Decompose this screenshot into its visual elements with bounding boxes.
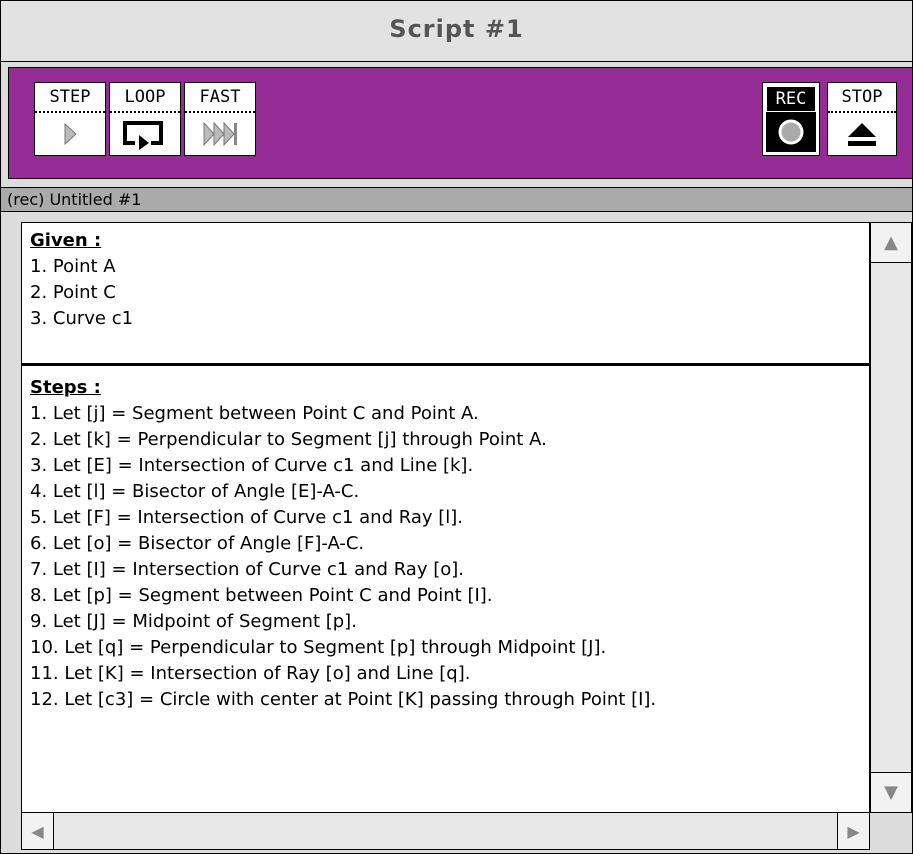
step-item: 11. Let [K] = Intersection of Ray [o] an… xyxy=(30,663,471,684)
given-item: 1. Point A xyxy=(30,256,116,277)
step-item: 9. Let [J] = Midpoint of Segment [p]. xyxy=(30,611,357,632)
step-item: 10. Let [q] = Perpendicular to Segment [… xyxy=(30,637,607,658)
rec-button[interactable]: REC xyxy=(762,82,820,156)
step-button[interactable]: STEP xyxy=(34,82,106,156)
steps-section: Steps : 1. Let [j] = Segment between Poi… xyxy=(22,370,869,718)
resize-corner[interactable] xyxy=(870,812,912,850)
scroll-down-arrow-icon[interactable]: ▼ xyxy=(871,772,911,812)
step-item: 8. Let [p] = Segment between Point C and… xyxy=(30,585,493,606)
fast-forward-icon xyxy=(185,113,255,155)
toolbar: STEP LOOP FAST REC STOP xyxy=(8,67,912,179)
vertical-scrollbar[interactable]: ▲ ▼ xyxy=(870,222,912,813)
scroll-left-arrow-icon[interactable]: ◀ xyxy=(22,813,54,849)
rec-label: REC xyxy=(766,86,816,111)
step-item: 6. Let [o] = Bisector of Angle [F]-A-C. xyxy=(30,533,365,554)
step-item: 12. Let [c3] = Circle with center at Poi… xyxy=(30,689,657,710)
loop-label: LOOP xyxy=(110,84,180,113)
status-bar: (rec) Untitled #1 xyxy=(1,187,912,212)
scroll-up-arrow-icon[interactable]: ▲ xyxy=(871,223,911,263)
eject-icon xyxy=(828,113,896,155)
left-margin xyxy=(1,212,21,853)
step-item: 2. Let [k] = Perpendicular to Segment [j… xyxy=(30,429,547,450)
record-icon xyxy=(766,112,816,152)
play-single-icon xyxy=(35,113,105,155)
loop-icon xyxy=(110,113,180,155)
horizontal-scrollbar[interactable]: ◀ ▶ xyxy=(21,812,870,850)
given-item: 2. Point C xyxy=(30,282,116,303)
title-bar[interactable]: Script #1 xyxy=(1,1,912,62)
stop-label: STOP xyxy=(828,84,896,113)
step-item: 3. Let [E] = Intersection of Curve c1 an… xyxy=(30,455,474,476)
steps-heading: Steps : xyxy=(30,377,101,398)
fast-label: FAST xyxy=(185,84,255,113)
step-item: 7. Let [I] = Intersection of Curve c1 an… xyxy=(30,559,464,580)
scroll-right-arrow-icon[interactable]: ▶ xyxy=(837,813,869,849)
given-section: Given : 1. Point A 2. Point C 3. Curve c… xyxy=(22,223,869,364)
script-content[interactable]: Given : 1. Point A 2. Point C 3. Curve c… xyxy=(21,222,870,813)
script-window: Script #1 STEP LOOP FAST REC STOP (rec) … xyxy=(0,0,913,854)
step-item: 4. Let [l] = Bisector of Angle [E]-A-C. xyxy=(30,481,360,502)
given-heading: Given : xyxy=(30,230,102,251)
given-item: 3. Curve c1 xyxy=(30,308,134,329)
stop-button[interactable]: STOP xyxy=(827,82,897,156)
step-item: 5. Let [F] = Intersection of Curve c1 an… xyxy=(30,507,464,528)
section-divider xyxy=(22,363,869,366)
step-label: STEP xyxy=(35,84,105,113)
step-item: 1. Let [j] = Segment between Point C and… xyxy=(30,403,479,424)
loop-button[interactable]: LOOP xyxy=(109,82,181,156)
fast-button[interactable]: FAST xyxy=(184,82,256,156)
window-title: Script #1 xyxy=(389,15,524,43)
